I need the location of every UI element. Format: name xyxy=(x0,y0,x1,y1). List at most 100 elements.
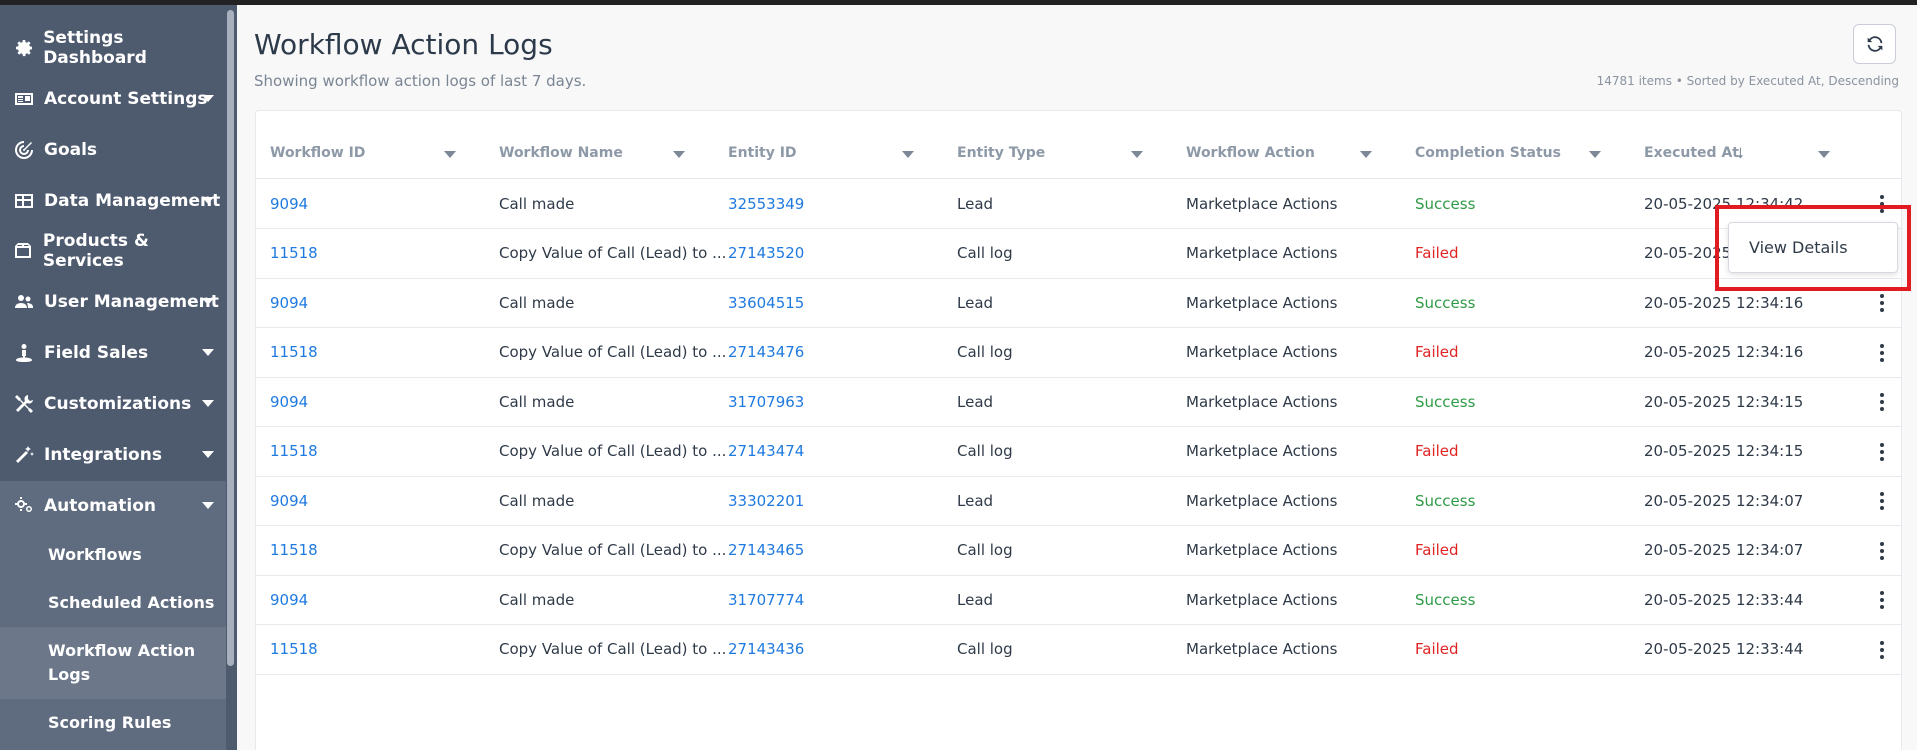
column-filter-completion-status-icon[interactable] xyxy=(1589,151,1601,158)
entity-type-cell: Call log xyxy=(957,244,1013,262)
workflow-name-cell: Call made xyxy=(499,392,575,411)
row-actions-kebab-icon[interactable] xyxy=(1875,291,1889,315)
page-subtitle: Showing workflow action logs of last 7 d… xyxy=(254,72,587,90)
workflow-id-link[interactable]: 9094 xyxy=(270,575,308,624)
table-row[interactable]: 11518 Copy Value of Call (Lead) to ... 271… xyxy=(256,427,1901,477)
entity-type-cell: Lead xyxy=(957,491,994,510)
executed-at-cell: 20-05-2025 12:34:16 xyxy=(1644,343,1804,361)
column-header-entity-type[interactable]: Entity Type xyxy=(957,145,1045,161)
table-row[interactable]: 9094 Call made 32553349 Lead Marketplace Act… xyxy=(256,179,1901,229)
highlight-box xyxy=(1715,205,1911,291)
table-row[interactable]: 11518 Copy Value of Call (Lead) to ... 271… xyxy=(256,526,1901,576)
target-icon xyxy=(13,139,35,161)
sidebar-item-goals[interactable]: Goals xyxy=(0,125,226,175)
sidebar-scrollbar[interactable] xyxy=(227,10,234,666)
row-actions-kebab-icon[interactable] xyxy=(1875,440,1889,464)
entity-type-cell: Lead xyxy=(957,590,994,609)
entity-id-link[interactable]: 31707963 xyxy=(728,377,804,426)
workflow-id-link[interactable]: 11518 xyxy=(270,229,318,278)
sidebar-subitem-workflow-action-logs[interactable]: Workflow Action Logs xyxy=(0,627,226,699)
workflow-id-link[interactable]: 11518 xyxy=(270,526,318,575)
table-row[interactable]: 11518 Copy Value of Call (Lead) to ... 271… xyxy=(256,625,1901,675)
table-row[interactable]: 11518 Copy Value of Call (Lead) to ... 271… xyxy=(256,229,1901,279)
column-header-workflow-name[interactable]: Workflow Name xyxy=(499,145,623,161)
table-row[interactable]: 9094 Call made 31707774 Lead Marketplace Act… xyxy=(256,575,1901,625)
column-header-workflow-action[interactable]: Workflow Action xyxy=(1186,145,1315,161)
sidebar-subitem-scoring-rules[interactable]: Scoring Rules xyxy=(0,699,226,747)
entity-id-link[interactable]: 33604515 xyxy=(728,278,804,327)
table-row[interactable]: 11518 Copy Value of Call (Lead) to ... 271… xyxy=(256,328,1901,378)
workflow-id-link[interactable]: 9094 xyxy=(270,179,308,228)
workflow-id-link[interactable]: 9094 xyxy=(270,476,308,525)
column-filter-executed-at-icon[interactable] xyxy=(1818,151,1830,158)
completion-status-cell: Failed xyxy=(1415,541,1459,559)
column-filter-entity-id-icon[interactable] xyxy=(902,151,914,158)
entity-id-link[interactable]: 27143476 xyxy=(728,328,804,377)
column-filter-entity-type-icon[interactable] xyxy=(1131,151,1143,158)
sidebar-item-settings-dashboard[interactable]: Settings Dashboard xyxy=(0,23,226,73)
workflow-name-cell: Call made xyxy=(499,491,575,510)
workflow-action-cell: Marketplace Actions xyxy=(1186,541,1338,559)
entity-id-link[interactable]: 31707774 xyxy=(728,575,804,624)
sidebar-item-customizations[interactable]: Customizations xyxy=(0,379,226,429)
workflow-id-link[interactable]: 11518 xyxy=(270,328,318,377)
settings-sidebar: Settings Dashboard Account Settings Goal… xyxy=(0,5,237,750)
workflow-id-link[interactable]: 11518 xyxy=(270,427,318,476)
sidebar-item-user-management[interactable]: User Management xyxy=(0,277,226,327)
row-actions-kebab-icon[interactable] xyxy=(1875,341,1889,365)
sidebar-item-data-management[interactable]: Data Management xyxy=(0,176,226,226)
sidebar-item-account-settings[interactable]: Account Settings xyxy=(0,74,226,124)
table-row[interactable]: 9094 Call made 33302201 Lead Marketplace Act… xyxy=(256,476,1901,526)
workflow-name-cell: Call made xyxy=(499,293,575,312)
sidebar-item-integrations[interactable]: Integrations xyxy=(0,430,226,480)
table-row[interactable]: 9094 Call made 31707963 Lead Marketplace Act… xyxy=(256,377,1901,427)
sidebar-item-products-services[interactable]: Products & Services xyxy=(0,226,226,276)
entity-id-link[interactable]: 27143520 xyxy=(728,229,804,278)
sidebar-item-label: Automation xyxy=(44,496,156,516)
entity-id-link[interactable]: 27143465 xyxy=(728,526,804,575)
sort-descending-icon[interactable]: ⭣ xyxy=(1737,144,1744,162)
workflow-id-link[interactable]: 9094 xyxy=(270,377,308,426)
entity-id-link[interactable]: 32553349 xyxy=(728,179,804,228)
sidebar-item-label: Data Management xyxy=(44,191,221,211)
row-actions-kebab-icon[interactable] xyxy=(1875,489,1889,513)
table-row[interactable]: 9094 Call made 33604515 Lead Marketplace Act… xyxy=(256,278,1901,328)
completion-status-cell: Success xyxy=(1415,491,1476,510)
completion-status-cell: Failed xyxy=(1415,343,1459,361)
executed-at-cell: 20-05-2025 12:34:15 xyxy=(1644,392,1804,411)
column-header-entity-id[interactable]: Entity ID xyxy=(728,145,797,161)
chevron-down-icon xyxy=(202,349,214,356)
row-actions-kebab-icon[interactable] xyxy=(1875,539,1889,563)
sidebar-item-label: Goals xyxy=(44,140,98,160)
cogs-icon xyxy=(13,495,35,517)
completion-status-cell: Failed xyxy=(1415,640,1459,658)
column-header-completion-status[interactable]: Completion Status xyxy=(1415,145,1561,161)
workflow-name-cell: Copy Value of Call (Lead) to ... xyxy=(499,640,727,658)
workflow-id-link[interactable]: 9094 xyxy=(270,278,308,327)
sidebar-item-automation[interactable]: Automation xyxy=(0,481,226,531)
entity-id-link[interactable]: 27143436 xyxy=(728,625,804,674)
column-filter-workflow-id-icon[interactable] xyxy=(444,151,456,158)
gear-icon xyxy=(13,37,34,59)
row-actions-kebab-icon[interactable] xyxy=(1875,638,1889,662)
refresh-button[interactable] xyxy=(1853,24,1896,64)
entity-id-link[interactable]: 33302201 xyxy=(728,476,804,525)
box-icon xyxy=(13,240,34,262)
sidebar-item-field-sales[interactable]: Field Sales xyxy=(0,328,226,378)
entity-id-link[interactable]: 27143474 xyxy=(728,427,804,476)
entity-type-cell: Call log xyxy=(957,640,1013,658)
column-header-executed-at[interactable]: Executed At xyxy=(1644,145,1739,161)
sidebar-item-label: Customizations xyxy=(44,394,192,414)
users-icon xyxy=(13,291,35,313)
row-actions-kebab-icon[interactable] xyxy=(1875,390,1889,414)
sidebar-subitem-scheduled-actions[interactable]: Scheduled Actions xyxy=(0,579,226,627)
column-filter-workflow-action-icon[interactable] xyxy=(1360,151,1372,158)
column-filter-workflow-name-icon[interactable] xyxy=(673,151,685,158)
chevron-down-icon xyxy=(202,451,214,458)
items-sort-summary: 14781 items • Sorted by Executed At, Des… xyxy=(1596,74,1899,88)
sidebar-subitem-workflows[interactable]: Workflows xyxy=(0,531,226,579)
column-header-workflow-id[interactable]: Workflow ID xyxy=(270,145,365,161)
workflow-id-link[interactable]: 11518 xyxy=(270,625,318,674)
row-actions-kebab-icon[interactable] xyxy=(1875,588,1889,612)
entity-type-cell: Call log xyxy=(957,541,1013,559)
